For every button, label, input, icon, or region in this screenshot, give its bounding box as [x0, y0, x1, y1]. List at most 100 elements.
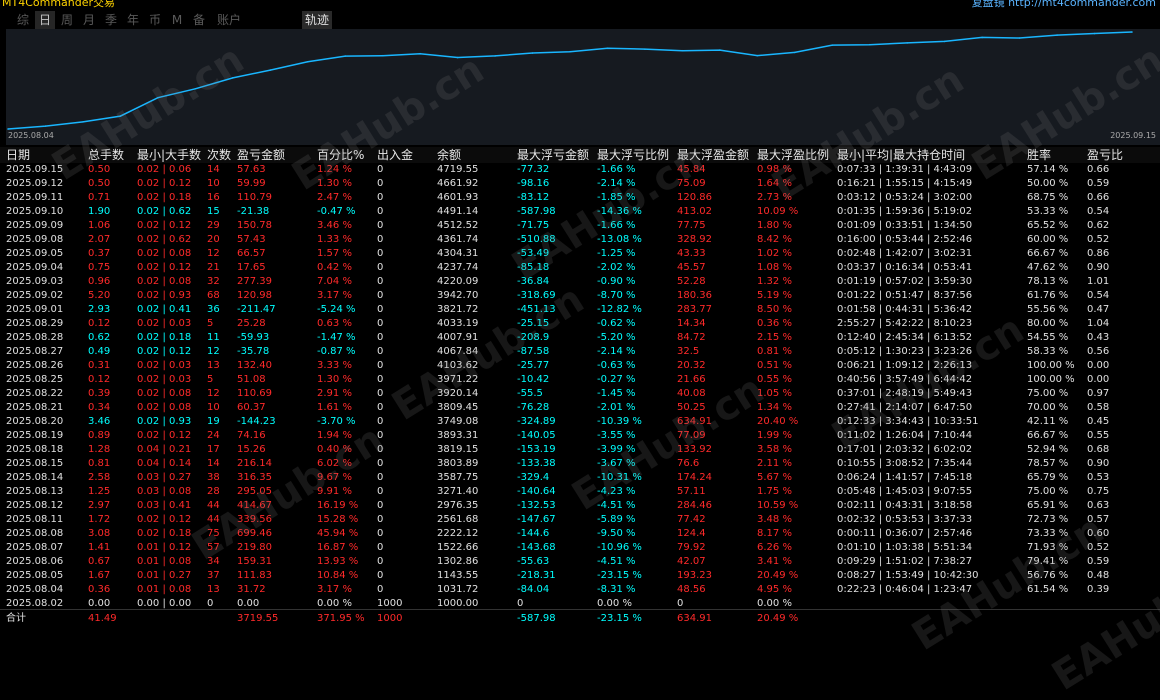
table-row[interactable]: 2025.08.26 0.31 0.02 | 0.03 13 132.40 3.33 % 0… — [0, 359, 1160, 373]
table-row[interactable]: 2025.08.12 2.97 0.03 | 0.41 44 414.67 16.19 %… — [0, 499, 1160, 513]
tab-day[interactable]: 日 — [35, 11, 55, 29]
column-header[interactable]: 盈亏比 — [1087, 147, 1123, 163]
table-cell: -25.15 — [517, 318, 550, 329]
tab-week[interactable]: 周 — [58, 11, 76, 29]
table-cell: 0:01:19 | 0:57:02 | 3:59:30 — [837, 276, 973, 287]
table-row[interactable]: 2025.08.27 0.49 0.02 | 0.12 12 -35.78 -0.87 %… — [0, 345, 1160, 359]
table-cell: 0.63 — [1087, 500, 1110, 511]
table-row[interactable]: 2025.08.29 0.12 0.02 | 0.03 5 25.28 0.63 % 0 40… — [0, 317, 1160, 331]
table-cell: -510.88 — [517, 234, 556, 245]
table-cell: 3920.14 — [437, 388, 479, 399]
tab-month[interactable]: 月 — [80, 11, 98, 29]
table-cell: 0.31 — [88, 360, 111, 371]
table-cell: 2025.08.05 — [6, 570, 64, 581]
table-cell: 0 — [377, 164, 384, 175]
table-cell: 52.94 % — [1027, 444, 1069, 455]
table-row[interactable]: 2025.08.25 0.12 0.02 | 0.03 5 51.08 1.30 % 0 39… — [0, 373, 1160, 387]
column-header[interactable]: 最小|大手数 — [137, 147, 201, 163]
table-row[interactable]: 2025.08.28 0.62 0.02 | 0.18 11 -59.93 -1.47 %… — [0, 331, 1160, 345]
table-row[interactable]: 2025.09.05 0.37 0.02 | 0.08 12 66.57 1.57 % 0 4… — [0, 247, 1160, 261]
tab-account[interactable]: 账户 — [214, 11, 244, 29]
table-row[interactable]: 2025.09.08 2.07 0.02 | 0.62 20 57.43 1.33 % 0 4… — [0, 233, 1160, 247]
column-header[interactable]: 最大浮盈金额 — [677, 147, 749, 163]
table-cell: 76.6 — [677, 458, 700, 469]
table-row[interactable]: 2025.09.12 0.50 0.02 | 0.12 10 59.99 1.30 % 0 4… — [0, 177, 1160, 191]
tab-notes[interactable]: 备 — [190, 11, 208, 29]
table-row[interactable]: 2025.09.03 0.96 0.02 | 0.08 32 277.39 7.04 % 0… — [0, 275, 1160, 289]
table-cell: 2025.09.15 — [6, 164, 64, 175]
table-row[interactable]: 2025.08.21 0.34 0.02 | 0.08 10 60.37 1.61 % 0 3… — [0, 401, 1160, 415]
table-cell: 216.14 — [237, 458, 272, 469]
table-row[interactable]: 2025.08.11 1.72 0.02 | 0.12 44 339.56 15.28 %… — [0, 513, 1160, 527]
table-cell: 32.5 — [677, 346, 700, 357]
table-row[interactable]: 2025.08.19 0.89 0.02 | 0.12 24 74.16 1.94 % 0 3… — [0, 429, 1160, 443]
column-header[interactable]: 胜率 — [1027, 147, 1051, 163]
equity-point — [269, 69, 272, 71]
table-row[interactable]: 2025.08.18 1.28 0.04 | 0.21 17 15.26 0.40 % 0 3… — [0, 443, 1160, 457]
table-cell: 5 — [207, 318, 214, 329]
table-cell: -133.38 — [517, 458, 556, 469]
column-header[interactable]: 盈亏金额 — [237, 147, 285, 163]
column-header[interactable]: 出入金 — [377, 147, 413, 163]
table-row[interactable]: 2025.08.05 1.67 0.01 | 0.27 37 111.83 10.84 %… — [0, 569, 1160, 583]
site-link[interactable]: 复盘镜 http://mt4commander.com — [972, 0, 1156, 8]
table-cell: 37 — [207, 570, 220, 581]
table-cell: 2025.08.04 — [6, 584, 64, 595]
table-row[interactable]: 2025.08.13 1.25 0.03 | 0.08 28 295.05 9.91 % 0… — [0, 485, 1160, 499]
table-row[interactable]: 2025.09.15 0.50 0.02 | 0.06 14 57.63 1.24 % 0 4… — [0, 163, 1160, 177]
column-header[interactable]: 日期 — [6, 147, 30, 163]
table-row[interactable]: 2025.09.01 2.93 0.02 | 0.41 36 -211.47 -5.24 … — [0, 303, 1160, 317]
table-cell: 0.02 | 0.41 — [137, 304, 192, 315]
table-cell: 16.87 % — [317, 542, 359, 553]
table-row[interactable]: 2025.09.10 1.90 0.02 | 0.62 15 -21.38 -0.47 %… — [0, 205, 1160, 219]
table-row[interactable]: 2025.08.04 0.36 0.01 | 0.08 13 31.72 3.17 % 0 1… — [0, 583, 1160, 597]
table-cell: 3.46 — [88, 416, 111, 427]
table-cell: 52.28 — [677, 276, 706, 287]
table-cell: 4103.62 — [437, 360, 479, 371]
column-header[interactable]: 最小|平均|最大持仓时间 — [837, 147, 965, 163]
tab-magic[interactable]: M — [169, 11, 185, 29]
table-cell: 40.08 — [677, 388, 706, 399]
table-cell: 1302.86 — [437, 556, 479, 567]
table-row[interactable]: 2025.08.07 1.41 0.01 | 0.12 57 219.80 16.87 %… — [0, 541, 1160, 555]
table-cell: -98.16 — [517, 178, 550, 189]
table-row[interactable]: 2025.09.11 0.71 0.02 | 0.18 16 110.79 2.47 % 0… — [0, 191, 1160, 205]
table-row[interactable]: 2025.08.06 0.67 0.01 | 0.08 34 159.31 13.93 %… — [0, 555, 1160, 569]
table-row[interactable]: 2025.08.08 3.08 0.02 | 0.18 75 699.46 45.94 %… — [0, 527, 1160, 541]
table-row[interactable]: 2025.09.04 0.75 0.02 | 0.12 21 17.65 0.42 % 0 4… — [0, 261, 1160, 275]
table-cell: 0 — [377, 304, 384, 315]
table-cell: 28 — [207, 486, 220, 497]
table-row[interactable]: 2025.09.02 5.20 0.02 | 0.93 68 120.98 3.17 % 0… — [0, 289, 1160, 303]
column-header[interactable]: 百分比% — [317, 147, 364, 163]
table-cell: 66.67 % — [1027, 430, 1069, 441]
column-header[interactable]: 最大浮盈比例 — [757, 147, 829, 163]
table-cell: 0 — [377, 234, 384, 245]
tab-currency[interactable]: 币 — [146, 11, 164, 29]
table-cell: 328.92 — [677, 234, 712, 245]
table-cell: 44 — [207, 514, 220, 525]
column-header[interactable]: 最大浮亏金额 — [517, 147, 589, 163]
table-cell: 55.56 % — [1027, 304, 1069, 315]
tab-summary[interactable]: 综 — [14, 11, 32, 29]
table-row[interactable]: 2025.08.20 3.46 0.02 | 0.93 19 -144.23 -3.70 … — [0, 415, 1160, 429]
tab-quarter[interactable]: 季 — [102, 11, 120, 29]
tab-year[interactable]: 年 — [124, 11, 142, 29]
table-row[interactable]: 2025.08.22 0.39 0.02 | 0.08 12 110.69 2.91 % 0… — [0, 387, 1160, 401]
table-cell: 1.06 — [88, 220, 111, 231]
table-row[interactable]: 2025.08.14 2.58 0.03 | 0.27 38 316.35 9.67 % 0… — [0, 471, 1160, 485]
table-cell: 283.77 — [677, 304, 712, 315]
table-cell: 0.51 % — [757, 360, 792, 371]
table-cell: -25.77 — [517, 360, 550, 371]
equity-point — [306, 60, 309, 63]
table-cell: 56.76 % — [1027, 570, 1069, 581]
table-cell: 3.33 % — [317, 360, 352, 371]
tab-trajectory[interactable]: 轨迹 — [302, 11, 332, 29]
table-cell: 12 — [207, 346, 220, 357]
column-header[interactable]: 总手数 — [88, 147, 124, 163]
column-header[interactable]: 次数 — [207, 147, 231, 163]
table-row[interactable]: 2025.09.09 1.06 0.02 | 0.12 29 150.78 3.46 % 0… — [0, 219, 1160, 233]
column-header[interactable]: 最大浮亏比例 — [597, 147, 669, 163]
table-cell: 3587.75 — [437, 472, 479, 483]
column-header[interactable]: 余额 — [437, 147, 461, 163]
table-row[interactable]: 2025.08.15 0.81 0.04 | 0.14 14 216.14 6.02 % 0… — [0, 457, 1160, 471]
